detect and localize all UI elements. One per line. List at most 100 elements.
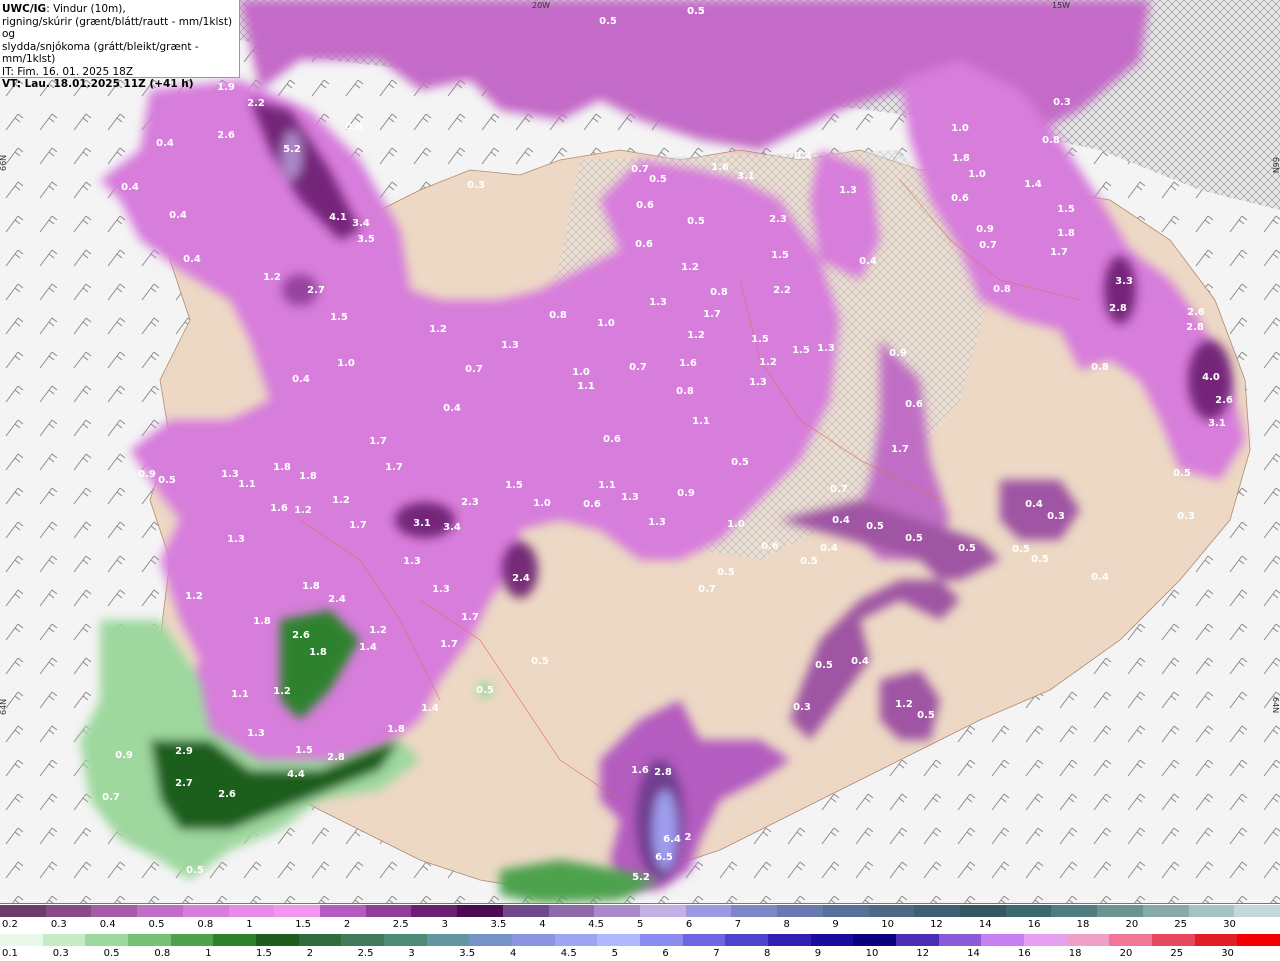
precip-value-label: 1.1: [238, 479, 256, 490]
precip-value-label: 1.6: [631, 765, 649, 776]
precip-value-label: 1.7: [703, 309, 721, 320]
legend-swatch: [1142, 905, 1190, 917]
precip-value-label: 0.7: [465, 364, 483, 375]
legend-label: 10: [865, 948, 879, 959]
precip-value-label: 0.6: [635, 239, 653, 250]
precip-value-label: 0.4: [851, 656, 869, 667]
precip-value-label: 0.8: [1042, 135, 1060, 146]
legend-label: 6: [685, 919, 693, 930]
lat-label-left-64: 64N: [0, 699, 8, 715]
precip-value-label: 2.8: [1109, 303, 1127, 314]
precip-value-label: 1.8: [387, 724, 405, 735]
header-desc3: slydda/snjókoma (grátt/bleikt/grænt - mm…: [2, 40, 199, 66]
legend-snow-bar: [0, 905, 1280, 917]
precip-value-label: 1.3: [648, 517, 666, 528]
precip-value-label: 0.9: [889, 348, 907, 359]
precip-value-label: 1.2: [687, 330, 705, 341]
legend-swatch: [502, 905, 550, 917]
legend-swatch: [685, 905, 732, 917]
precip-value-label: 0.5: [717, 567, 735, 578]
precip-value-label: 1.0: [572, 367, 590, 378]
legend-swatch: [597, 934, 641, 946]
precip-value-label: 2: [685, 832, 692, 843]
legend-label: 1.5: [256, 948, 272, 959]
lon-label-15w: 15W: [1052, 1, 1070, 10]
precip-value-label: 0.6: [951, 193, 969, 204]
precip-value-label: 1.8: [952, 153, 970, 164]
precip-value-label: 0.5: [1031, 554, 1049, 565]
precip-value-label: 0.9: [138, 469, 156, 480]
precip-value-label: 1.3: [221, 469, 239, 480]
legend-label: 4: [510, 948, 517, 959]
legend-swatch: [457, 905, 504, 917]
legend-swatch: [548, 905, 595, 917]
precip-value-label: 0.6: [761, 541, 779, 552]
precip-value-label: 0.5: [815, 660, 833, 671]
precip-value-label: 6.5: [655, 852, 673, 863]
precip-value-label: 1.1: [692, 416, 710, 427]
legend-swatch: [91, 905, 138, 917]
precip-value-label: 0.4: [156, 138, 174, 149]
precip-value-label: 6.4: [663, 834, 681, 845]
precip-value-label: 1.0: [533, 498, 551, 509]
precip-value-label: 0.4: [832, 515, 850, 526]
precip-value-label: 2.8: [654, 767, 672, 778]
legend-swatch: [1005, 905, 1052, 917]
legend-swatch: [554, 934, 598, 946]
precip-value-label: 0.5: [649, 174, 667, 185]
precip-value-label: 0.4: [292, 374, 310, 385]
legend-label: 20: [1119, 948, 1133, 959]
precip-value-label: 3.4: [443, 522, 461, 533]
legend-swatch: [274, 905, 321, 917]
precip-value-label: 2.6: [1187, 307, 1205, 318]
precip-value-label: 0.8: [549, 310, 567, 321]
precip-value-label: 1.3: [839, 185, 857, 196]
legend-label: 20: [1125, 919, 1139, 930]
precip-value-label: 0.5: [599, 16, 617, 27]
legend-swatch: [1024, 934, 1068, 946]
precip-value-label: 0.7: [102, 792, 120, 803]
precip-value-label: 2.6: [1215, 395, 1233, 406]
precip-value-label: 1.5: [1057, 204, 1075, 215]
lat-label-left-66: 66N: [0, 155, 8, 171]
precip-value-label: 1.0: [727, 519, 745, 530]
precip-value-label: 1.8: [253, 616, 271, 627]
precip-value-label: 0.5: [687, 216, 705, 227]
precip-value-label: 1.7: [891, 444, 909, 455]
precip-value-label: 0.6: [905, 399, 923, 410]
legend-swatch: [1097, 905, 1144, 917]
precip-value-label: 1.2: [294, 505, 312, 516]
legend-label: 0.8: [154, 948, 171, 959]
precip-value-label: 0.5: [531, 656, 549, 667]
precip-value-label: 0.5: [687, 6, 705, 17]
legend-swatch: [682, 934, 726, 946]
precip-value-label: 1.8: [299, 471, 317, 482]
precip-value-label: 0.5: [731, 457, 749, 468]
precip-value-label: 1.0: [337, 358, 355, 369]
info-box: UWC/IG: Vindur (10m), rigning/skúrir (gr…: [0, 0, 240, 90]
legend-label: 25: [1174, 919, 1188, 930]
precip-value-label: 1.4: [359, 642, 377, 653]
precip-value-label: 1.8: [273, 462, 291, 473]
legend-swatch: [320, 905, 367, 917]
precip-value-label: 0.4: [1091, 572, 1109, 583]
legend-label: 4.5: [560, 948, 577, 959]
legend-label: 0.8: [197, 919, 214, 930]
precip-value-label: 1.7: [1050, 247, 1068, 258]
precip-value-label: 0.4: [121, 182, 139, 193]
legend-label: 3.5: [459, 948, 476, 959]
precip-value-label: 1.5: [751, 334, 769, 345]
legend-label: 14: [967, 948, 980, 959]
precip-value-label: 1.6: [711, 162, 729, 173]
precip-value-label: 0.8: [710, 287, 728, 298]
precip-value-label: 5.2: [632, 872, 650, 883]
precip-value-label: 3.4: [352, 218, 370, 229]
precip-value-label: 0.8: [676, 386, 694, 397]
color-legend: 0.2 0.3 0.4 0.5 0.8 1 1.5 2 2.5 3 3.5 4 4.5 5 6 7 8 9 10 12…: [0, 903, 1280, 961]
precip-value-label: 0.5: [866, 521, 884, 532]
precip-value-label: 3.1: [737, 171, 755, 182]
legend-swatch: [981, 934, 1025, 946]
precip-value-label: 1.7: [369, 436, 387, 447]
legend-label: 3: [408, 948, 415, 959]
legend-swatch: [868, 905, 915, 917]
